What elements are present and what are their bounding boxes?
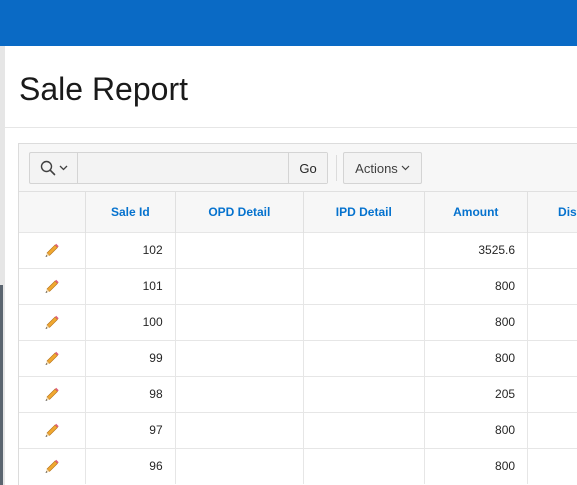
actions-label: Actions <box>355 160 398 176</box>
ipd-detail-cell <box>303 447 425 484</box>
edit-pencil-icon[interactable] <box>44 386 60 402</box>
interactive-report: Go Actions Sale Id OPD Detail IPD Detail… <box>18 143 577 485</box>
ipd-detail-cell <box>303 411 425 448</box>
ipd-detail-cell <box>303 303 425 340</box>
table-row: 101 800 <box>19 267 577 304</box>
amount-cell: 205 <box>424 375 529 412</box>
dis-cell <box>527 267 577 304</box>
amount-cell: 800 <box>424 303 529 340</box>
column-header-sale-id[interactable]: Sale Id <box>85 192 176 232</box>
ipd-detail-cell <box>303 375 425 412</box>
ipd-detail-cell <box>303 267 425 304</box>
chevron-down-icon <box>59 165 67 171</box>
dis-cell <box>527 303 577 340</box>
amount-cell: 3525.6 <box>424 231 529 268</box>
amount-cell: 800 <box>424 339 529 376</box>
page-title: Sale Report <box>19 71 188 107</box>
edit-cell <box>19 447 87 484</box>
table-header-row: Sale Id OPD Detail IPD Detail Amount Dis <box>19 192 577 232</box>
search-input[interactable] <box>79 153 287 183</box>
column-header-edit <box>19 192 87 232</box>
dis-cell <box>527 231 577 268</box>
dis-cell <box>527 411 577 448</box>
search-icon <box>40 160 55 176</box>
edit-pencil-icon[interactable] <box>44 350 60 366</box>
edit-pencil-icon[interactable] <box>44 278 60 294</box>
table-row: 102 3525.6 <box>19 231 577 268</box>
title-divider <box>5 127 577 128</box>
table-row: 96 800 <box>19 447 577 484</box>
search-column-selector[interactable] <box>30 153 78 183</box>
sale-id-cell: 99 <box>85 339 176 376</box>
actions-menu-button[interactable]: Actions <box>343 152 422 184</box>
opd-detail-cell <box>175 267 305 304</box>
report-table: Sale Id OPD Detail IPD Detail Amount Dis… <box>19 192 577 484</box>
chevron-down-icon <box>401 165 410 171</box>
edit-cell <box>19 267 87 304</box>
opd-detail-cell <box>175 231 305 268</box>
side-nav-edge-shadow <box>0 285 3 485</box>
edit-pencil-icon[interactable] <box>44 242 60 258</box>
table-row: 99 800 <box>19 339 577 376</box>
sale-id-cell: 102 <box>85 231 176 268</box>
dis-cell <box>527 339 577 376</box>
edit-pencil-icon[interactable] <box>44 314 60 330</box>
amount-cell: 800 <box>424 267 529 304</box>
ipd-detail-cell <box>303 231 425 268</box>
opd-detail-cell <box>175 447 305 484</box>
opd-detail-cell <box>175 303 305 340</box>
edit-cell <box>19 375 87 412</box>
edit-pencil-icon[interactable] <box>44 422 60 438</box>
column-header-amount[interactable]: Amount <box>424 192 529 232</box>
opd-detail-cell <box>175 339 305 376</box>
opd-detail-cell <box>175 411 305 448</box>
amount-cell: 800 <box>424 411 529 448</box>
column-header-ipd-detail[interactable]: IPD Detail <box>303 192 425 232</box>
edit-cell <box>19 411 87 448</box>
table-row: 97 800 <box>19 411 577 448</box>
table-row: 98 205 <box>19 375 577 412</box>
sale-id-cell: 98 <box>85 375 176 412</box>
dis-cell <box>527 447 577 484</box>
amount-cell: 800 <box>424 447 529 484</box>
edit-cell <box>19 339 87 376</box>
table-row: 100 800 <box>19 303 577 340</box>
edit-cell <box>19 231 87 268</box>
edit-pencil-icon[interactable] <box>44 458 60 474</box>
top-navigation-bar <box>0 0 577 46</box>
page-content: Sale Report Go Actions Sale Id OPD Detai… <box>5 46 577 485</box>
sale-id-cell: 100 <box>85 303 176 340</box>
opd-detail-cell <box>175 375 305 412</box>
column-header-opd-detail[interactable]: OPD Detail <box>175 192 305 232</box>
dis-cell <box>527 375 577 412</box>
column-header-dis[interactable]: Dis <box>527 192 577 232</box>
toolbar-separator <box>336 155 337 181</box>
search-bar: Go <box>29 152 328 184</box>
sale-id-cell: 97 <box>85 411 176 448</box>
sale-id-cell: 101 <box>85 267 176 304</box>
sale-id-cell: 96 <box>85 447 176 484</box>
report-toolbar: Go Actions <box>19 144 577 192</box>
ipd-detail-cell <box>303 339 425 376</box>
edit-cell <box>19 303 87 340</box>
go-button[interactable]: Go <box>288 153 327 183</box>
